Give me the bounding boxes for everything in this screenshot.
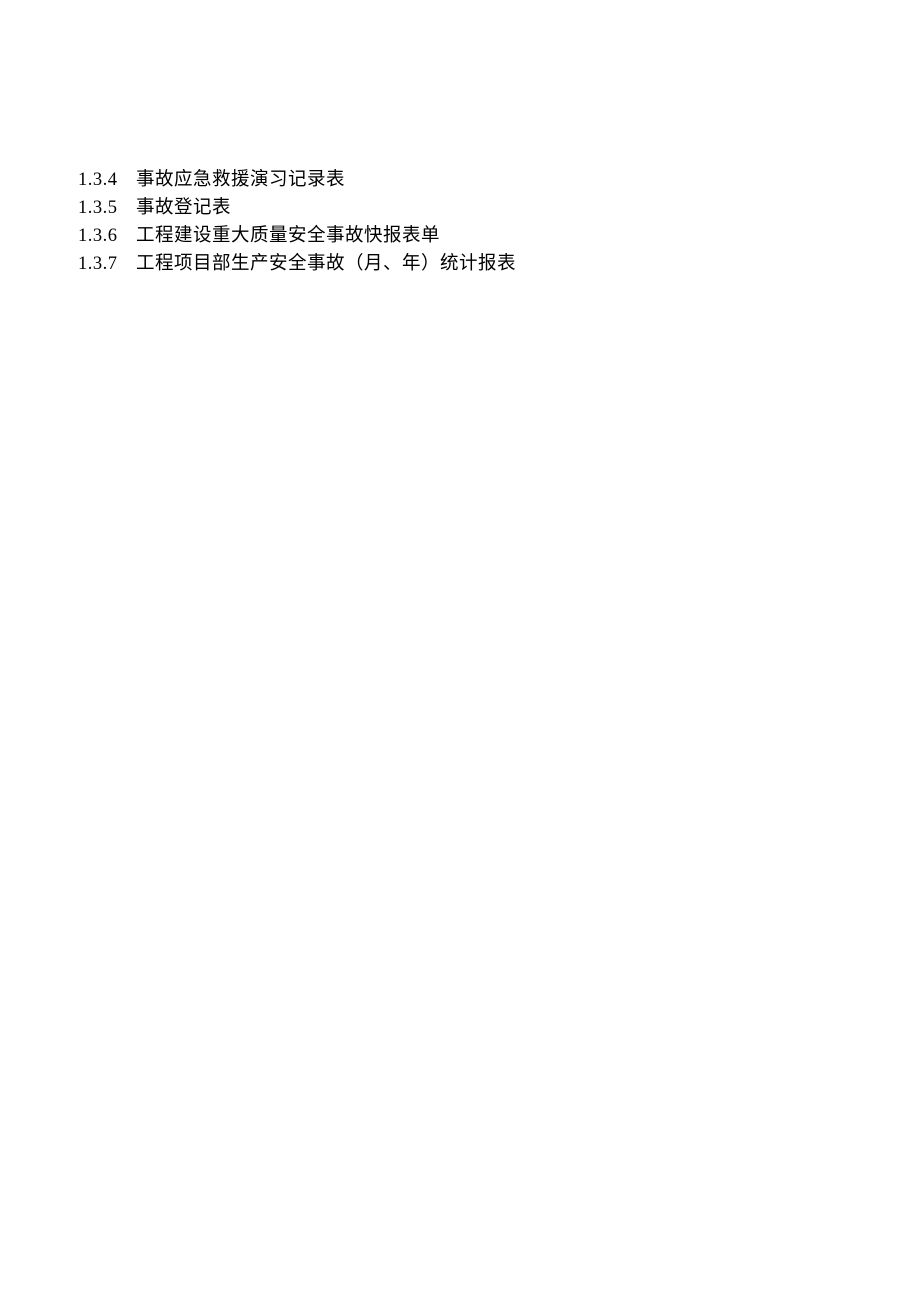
item-number: 1.3.6 <box>78 222 136 250</box>
item-number: 1.3.4 <box>78 166 136 194</box>
item-text: 事故应急救援演习记录表 <box>136 166 345 194</box>
document-page: 1.3.4 事故应急救援演习记录表 1.3.5 事故登记表 1.3.6 工程建设… <box>0 0 920 278</box>
item-text: 工程项目部生产安全事故（月、年）统计报表 <box>136 250 516 278</box>
list-item: 1.3.4 事故应急救援演习记录表 <box>78 166 920 194</box>
list-item: 1.3.5 事故登记表 <box>78 194 920 222</box>
item-number: 1.3.5 <box>78 194 136 222</box>
item-number: 1.3.7 <box>78 250 136 278</box>
list-item: 1.3.6 工程建设重大质量安全事故快报表单 <box>78 222 920 250</box>
list-item: 1.3.7 工程项目部生产安全事故（月、年）统计报表 <box>78 250 920 278</box>
item-text: 事故登记表 <box>136 194 231 222</box>
item-text: 工程建设重大质量安全事故快报表单 <box>136 222 440 250</box>
